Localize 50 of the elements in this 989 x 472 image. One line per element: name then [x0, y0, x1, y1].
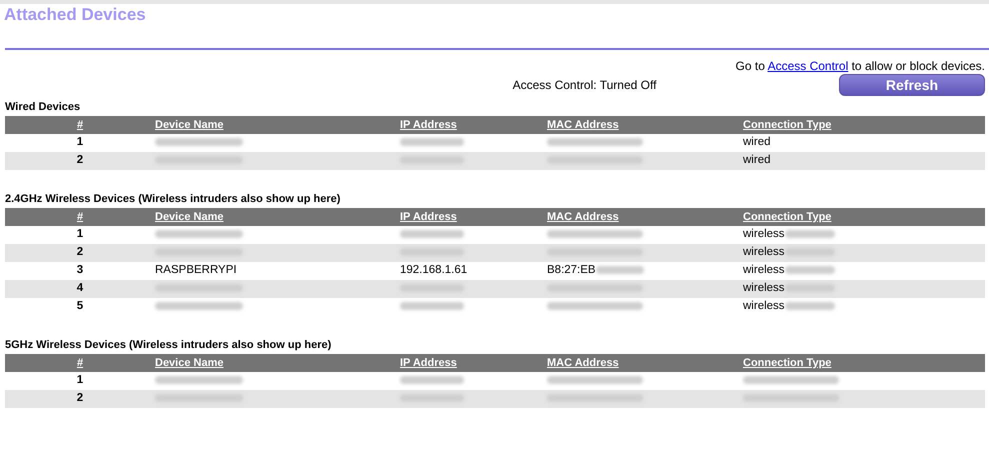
column-header[interactable]: IP Address [400, 354, 547, 372]
column-header[interactable]: IP Address [400, 116, 547, 134]
column-header[interactable]: Connection Type [743, 208, 985, 226]
page-title: Attached Devices [3, 4, 147, 26]
table-cell: 1 [5, 226, 155, 244]
redacted-bar [784, 230, 835, 238]
column-header[interactable]: MAC Address [547, 354, 743, 372]
column-header[interactable]: MAC Address [547, 116, 743, 134]
column-header[interactable]: Device Name [155, 116, 400, 134]
access-control-status: Access Control: Turned Off [512, 78, 656, 92]
redacted-bar [400, 302, 464, 310]
cell-text: wireless [743, 282, 785, 294]
column-header: # [5, 208, 155, 226]
access-control-link[interactable]: Access Control [768, 59, 848, 73]
table-cell: 2 [5, 152, 155, 170]
cell-text: wireless [743, 228, 785, 240]
column-header[interactable]: IP Address [400, 208, 547, 226]
table-cell: 4 [5, 280, 155, 298]
column-header[interactable]: Device Name [155, 208, 400, 226]
table-cell: 2 [5, 390, 155, 408]
cell-text: wireless [743, 246, 785, 258]
table-cell: 1 [5, 372, 155, 390]
column-header[interactable]: Connection Type [743, 354, 985, 372]
column-header[interactable]: Connection Type [743, 116, 985, 134]
column-header: # [5, 116, 155, 134]
cell-text: B8:27:EB [547, 264, 596, 276]
redacted-bar [400, 376, 464, 384]
table-cell: 1 [5, 134, 155, 152]
table-cell: 3 [5, 262, 155, 280]
redacted-bar [596, 266, 644, 274]
column-header: # [5, 354, 155, 372]
redacted-bar [400, 230, 464, 238]
section-heading: 5GHz Wireless Devices (Wireless intruders also show up here) [4, 338, 332, 352]
cell-text: wireless [743, 264, 785, 276]
redacted-bar [784, 302, 835, 310]
column-header[interactable]: MAC Address [547, 208, 743, 226]
section-heading: 2.4GHz Wireless Devices (Wireless intruders also show up here) [4, 192, 342, 206]
redacted-bar [784, 266, 835, 274]
table-cell: 2 [5, 244, 155, 262]
section-heading: Wired Devices [4, 100, 82, 114]
access-control-note: Go to Access Control to allow or block devices. [736, 59, 985, 73]
column-header[interactable]: Device Name [155, 354, 400, 372]
table-cell: 5 [5, 298, 155, 316]
cell-text: wireless [743, 300, 785, 312]
redacted-bar [400, 138, 464, 146]
table-cell: wired [743, 134, 985, 152]
table-cell: wired [743, 152, 985, 170]
table-cell: RASPBERRYPI [155, 262, 400, 280]
refresh-button[interactable]: Refresh [839, 74, 985, 96]
table-cell: 192.168.1.61 [400, 262, 547, 280]
